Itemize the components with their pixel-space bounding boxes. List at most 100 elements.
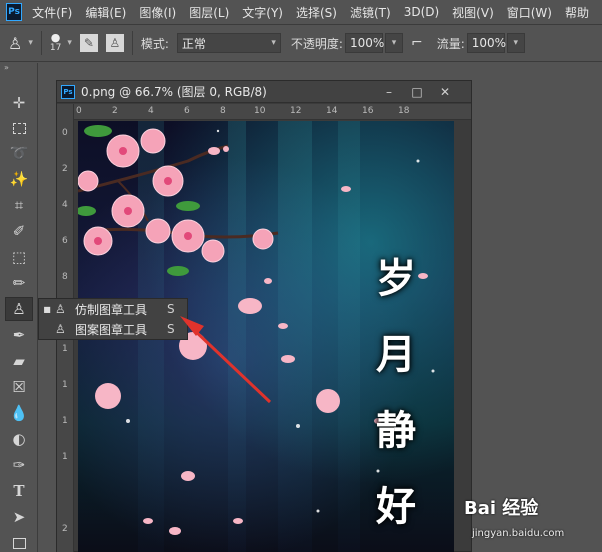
eraser-tool-icon[interactable]: ▰	[5, 349, 33, 373]
options-bar: ♙ ▾ ● 17 ▾ ✎ ♙ 模式: 正常 ▾ 不透明度: 100% ▾ ⌐ 流…	[0, 24, 602, 62]
ruler-tick: 2	[62, 524, 68, 534]
ruler-tick: 1	[62, 380, 68, 390]
minimize-icon[interactable]: –	[375, 81, 403, 103]
poem-char: 岁	[376, 255, 416, 302]
menu-image[interactable]: 图像(I)	[139, 4, 176, 21]
stamp-tool-flyout: ■ ♙ 仿制图章工具 S ♙ 图案图章工具 S	[38, 298, 188, 340]
ruler-tick: 2	[62, 164, 68, 174]
clone-stamp-tool-icon[interactable]: ♙	[5, 297, 33, 321]
ruler-tick: 4	[62, 200, 68, 210]
menu-select[interactable]: 选择(S)	[296, 4, 337, 21]
quick-selection-tool-icon[interactable]: ✨	[5, 167, 33, 191]
divider	[131, 31, 133, 55]
chevron-down-icon: ▾	[28, 38, 33, 48]
clone-stamp-icon: ♙	[55, 302, 66, 316]
healing-brush-tool-icon[interactable]: ⬚	[5, 245, 33, 269]
menu-window[interactable]: 窗口(W)	[507, 4, 552, 21]
watermark-url: jingyan.baidu.com	[472, 528, 565, 539]
menu-file[interactable]: 文件(F)	[32, 4, 72, 21]
brush-tip-icon: ●	[50, 31, 61, 44]
flyout-item-pattern-stamp[interactable]: ♙ 图案图章工具 S	[39, 319, 187, 339]
baidu-jingyan-watermark: Bai 经验 jingyan.baidu.com	[462, 488, 602, 552]
move-tool-icon[interactable]: ✛	[5, 91, 33, 115]
opacity-value: 100%	[349, 36, 385, 50]
flow-input[interactable]: 100%	[466, 33, 507, 53]
mode-value: 正常	[181, 36, 206, 51]
mode-select[interactable]: 正常 ▾	[176, 33, 281, 53]
collapse-toolbox-icon[interactable]: »	[4, 63, 9, 72]
poem-char: 月	[376, 331, 416, 378]
pressure-opacity-toggle[interactable]: ⌐	[411, 35, 423, 51]
document-title: 0.png @ 66.7% (图层 0, RGB/8)	[81, 85, 267, 99]
chevron-down-icon[interactable]: ▾	[506, 33, 525, 53]
mode-label: 模式:	[140, 36, 169, 51]
maximize-icon[interactable]: □	[403, 81, 431, 103]
type-tool-icon[interactable]: T	[5, 479, 33, 503]
flyout-item-shortcut: S	[167, 322, 175, 336]
brush-preset-picker[interactable]: ● 17	[50, 32, 61, 54]
flyout-item-label: 仿制图章工具	[75, 302, 148, 317]
flow-value: 100%	[471, 36, 507, 50]
brush-panel-icon: ✎	[79, 34, 98, 52]
flyout-item-label: 图案图章工具	[75, 322, 148, 337]
chevron-down-icon: ▾	[271, 38, 276, 48]
chevron-down-icon[interactable]: ▾	[384, 33, 403, 53]
path-selection-tool-icon[interactable]: ➤	[5, 505, 33, 529]
flyout-item-shortcut: S	[167, 302, 175, 316]
selected-bullet-icon: ■	[43, 304, 51, 314]
ruler-tick: 8	[62, 272, 68, 282]
ruler-tick: 8	[220, 106, 226, 116]
menu-view[interactable]: 视图(V)	[452, 4, 494, 21]
lasso-tool-icon[interactable]: ➰	[5, 141, 33, 165]
menu-type[interactable]: 文字(Y)	[242, 4, 283, 21]
ruler-tick: 1	[62, 416, 68, 426]
tool-preset-picker[interactable]: ♙ ▾	[8, 34, 33, 53]
brush-settings-toggle[interactable]: ✎	[79, 34, 98, 52]
clone-source-toggle[interactable]: ♙	[105, 34, 124, 52]
brush-tool-icon[interactable]: ✏	[5, 271, 33, 295]
dodge-tool-icon[interactable]: ◐	[5, 427, 33, 451]
ruler-tick: 16	[362, 106, 374, 116]
rectangle-tool-icon[interactable]	[5, 531, 33, 552]
pen-tool-icon[interactable]: ✑	[5, 453, 33, 477]
ruler-tick: 6	[184, 106, 190, 116]
opacity-label: 不透明度:	[290, 36, 343, 51]
brush-size-value: 17	[49, 43, 62, 53]
ruler-tick: 12	[290, 106, 302, 116]
paint-bucket-tool-icon[interactable]: ☒	[5, 375, 33, 399]
toolbox: » ✛ ➰ ✨ ⌗ ✐ ⬚ ✏ ♙ ✒ ▰ ☒ 💧 ◐ ✑ T ➤	[0, 63, 38, 552]
menu-bar: Ps 文件(F) 编辑(E) 图像(I) 图层(L) 文字(Y) 选择(S) 滤…	[0, 0, 602, 24]
ruler-tick: 10	[254, 106, 266, 116]
eyedropper-tool-icon[interactable]: ✐	[5, 219, 33, 243]
marquee-tool-icon[interactable]	[5, 116, 33, 140]
menu-edit[interactable]: 编辑(E)	[85, 4, 126, 21]
close-icon[interactable]: ✕	[431, 81, 459, 103]
ruler-tick: 0	[62, 128, 68, 138]
blur-tool-icon[interactable]: 💧	[5, 401, 33, 425]
pattern-stamp-icon: ♙	[55, 322, 66, 336]
divider	[40, 31, 42, 55]
horizontal-ruler[interactable]: 0 2 4 6 8 10 12 14 16 18	[74, 104, 471, 120]
ruler-tick: 2	[112, 106, 118, 116]
crop-tool-icon[interactable]: ⌗	[5, 193, 33, 217]
stamp-icon: ♙	[8, 33, 23, 53]
menu-3d[interactable]: 3D(D)	[404, 5, 439, 19]
flyout-item-clone-stamp[interactable]: ■ ♙ 仿制图章工具 S	[39, 299, 187, 319]
ruler-tick: 0	[76, 106, 82, 116]
document-tab[interactable]: Ps 0.png @ 66.7% (图层 0, RGB/8) – □ ✕	[57, 81, 471, 103]
menu-filter[interactable]: 滤镜(T)	[350, 4, 391, 21]
opacity-input[interactable]: 100%	[344, 33, 385, 53]
chevron-down-icon[interactable]: ▾	[67, 38, 72, 48]
poem-char: 好	[376, 483, 416, 530]
ruler-tick: 1	[62, 452, 68, 462]
history-brush-tool-icon[interactable]: ✒	[5, 323, 33, 347]
ruler-tick: 1	[62, 344, 68, 354]
flow-label: 流量:	[436, 36, 465, 51]
menu-layer[interactable]: 图层(L)	[189, 4, 229, 21]
poem-text: 岁 月 静 好	[364, 241, 428, 545]
ruler-tick: 4	[148, 106, 154, 116]
photoshop-logo-icon: Ps	[6, 3, 23, 21]
ruler-tick: 18	[398, 106, 410, 116]
ruler-tick: 6	[62, 236, 68, 246]
menu-help[interactable]: 帮助	[565, 4, 589, 21]
